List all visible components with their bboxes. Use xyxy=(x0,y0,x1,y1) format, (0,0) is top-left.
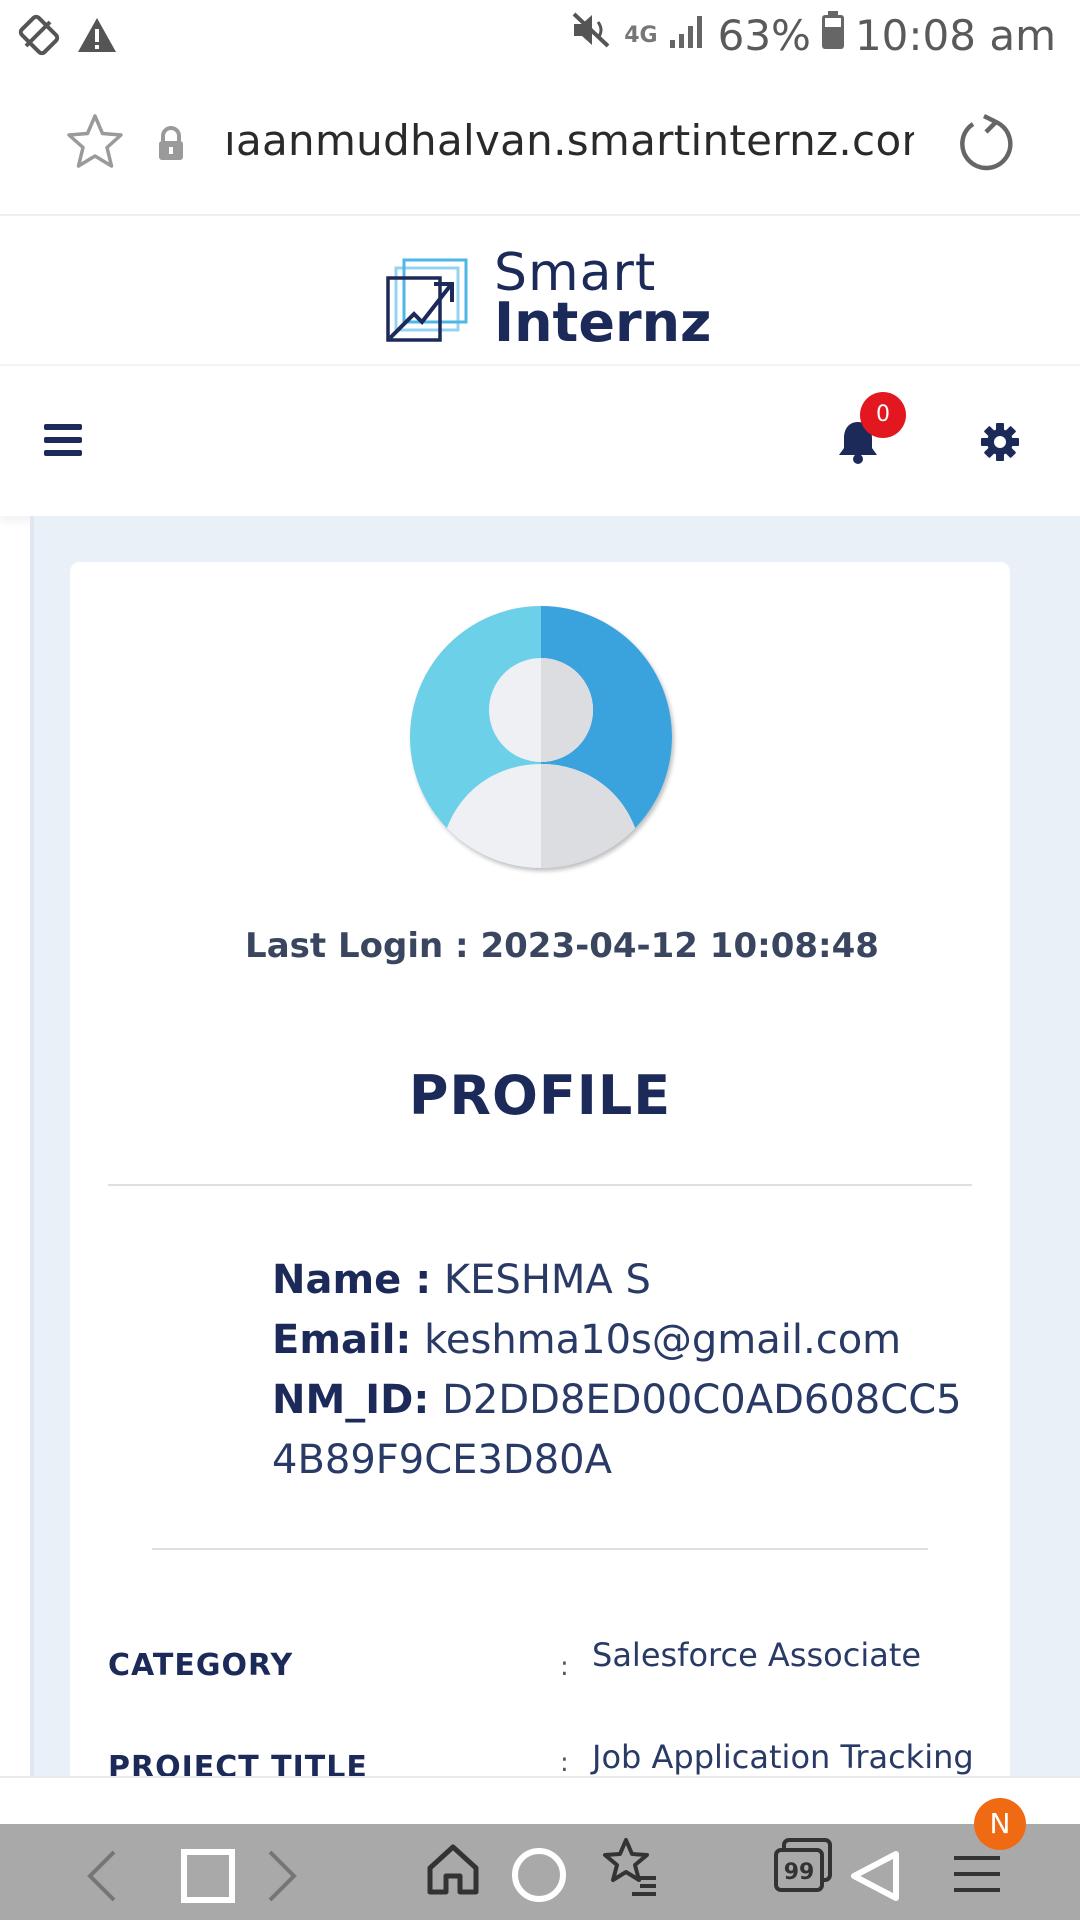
mute-icon xyxy=(570,10,614,60)
menu-lines-icon[interactable] xyxy=(952,1854,1002,1902)
battery-percentage: 63% xyxy=(717,10,811,60)
nmid-value-line-1: D2DD8ED00C0AD608CC5 xyxy=(442,1377,962,1423)
warning-icon xyxy=(76,15,118,59)
nmid-row-continued: 4B89F9CE3D80A xyxy=(272,1430,972,1490)
browser-address-bar: ıaanmudhalvan.smartinternz.com xyxy=(0,76,1080,216)
site-header: Smart Internz xyxy=(0,218,1080,366)
logo-line-2: Internz xyxy=(494,291,712,354)
email-row: Email: keshma10s@gmail.com xyxy=(272,1310,972,1370)
menu-icon[interactable] xyxy=(44,424,82,456)
network-type-icon: 4G xyxy=(624,22,658,48)
clock: 10:08 am xyxy=(854,10,1056,60)
divider xyxy=(108,1184,972,1186)
category-label: CATEGORY xyxy=(108,1648,294,1683)
email-value: keshma10s@gmail.com xyxy=(424,1317,902,1363)
nmid-label: NM_ID: xyxy=(272,1377,430,1423)
project-title-colon: : xyxy=(560,1748,569,1778)
bookmarks-star-list-icon[interactable] xyxy=(598,1836,660,1902)
category-colon: : xyxy=(560,1652,569,1682)
svg-text:99: 99 xyxy=(784,1860,815,1885)
email-label: Email: xyxy=(272,1317,412,1363)
home-icon[interactable] xyxy=(424,1842,482,1902)
name-row: Name : KESHMA S xyxy=(272,1250,972,1310)
page-title: PROFILE xyxy=(408,1064,672,1127)
back-triangle-icon[interactable] xyxy=(846,1848,902,1908)
site-navbar: 0 xyxy=(0,366,1080,516)
profile-avatar xyxy=(410,606,672,868)
name-label: Name : xyxy=(272,1257,432,1303)
browser-bottom-toolbar: 99 xyxy=(0,1824,1080,1920)
profile-info: Name : KESHMA S Email: keshma10s@gmail.c… xyxy=(272,1250,972,1490)
home-circle-icon[interactable] xyxy=(510,1846,568,1908)
browser-toolbar-top-strip xyxy=(0,1776,1080,1824)
notification-count-badge: 0 xyxy=(860,392,906,438)
last-login-text: Last Login : 2023-04-12 10:08:48 xyxy=(245,926,879,966)
nmid-value-line-2: 4B89F9CE3D80A xyxy=(272,1437,612,1483)
nmid-row: NM_ID: D2DD8ED00C0AD608CC5 xyxy=(272,1370,972,1430)
recent-apps-square-icon[interactable] xyxy=(180,1848,236,1908)
bookmark-star-icon[interactable] xyxy=(64,112,126,176)
name-value: KESHMA S xyxy=(443,1257,651,1303)
category-value: Salesforce Associate xyxy=(592,1636,922,1674)
back-arrow-icon[interactable] xyxy=(84,1848,120,1908)
battery-icon xyxy=(821,10,845,60)
divider xyxy=(152,1548,928,1550)
tabs-icon[interactable]: 99 xyxy=(772,1836,834,1900)
url-field[interactable]: ıaanmudhalvan.smartinternz.com xyxy=(224,116,914,165)
reload-icon[interactable] xyxy=(956,112,1016,176)
lock-icon xyxy=(156,126,186,166)
settings-gear-icon[interactable] xyxy=(980,422,1020,466)
signal-icon xyxy=(668,11,708,60)
project-title-value: Job Application Tracking xyxy=(592,1738,974,1776)
notification-n-badge: N xyxy=(974,1798,1026,1850)
forward-arrow-icon[interactable] xyxy=(264,1848,300,1908)
screen-mirror-icon xyxy=(18,14,60,60)
smartinternz-logo-icon[interactable] xyxy=(384,256,472,350)
site-logo[interactable]: Smart Internz xyxy=(494,247,712,354)
status-bar: 4G 63% 10:08 am xyxy=(0,0,1080,76)
